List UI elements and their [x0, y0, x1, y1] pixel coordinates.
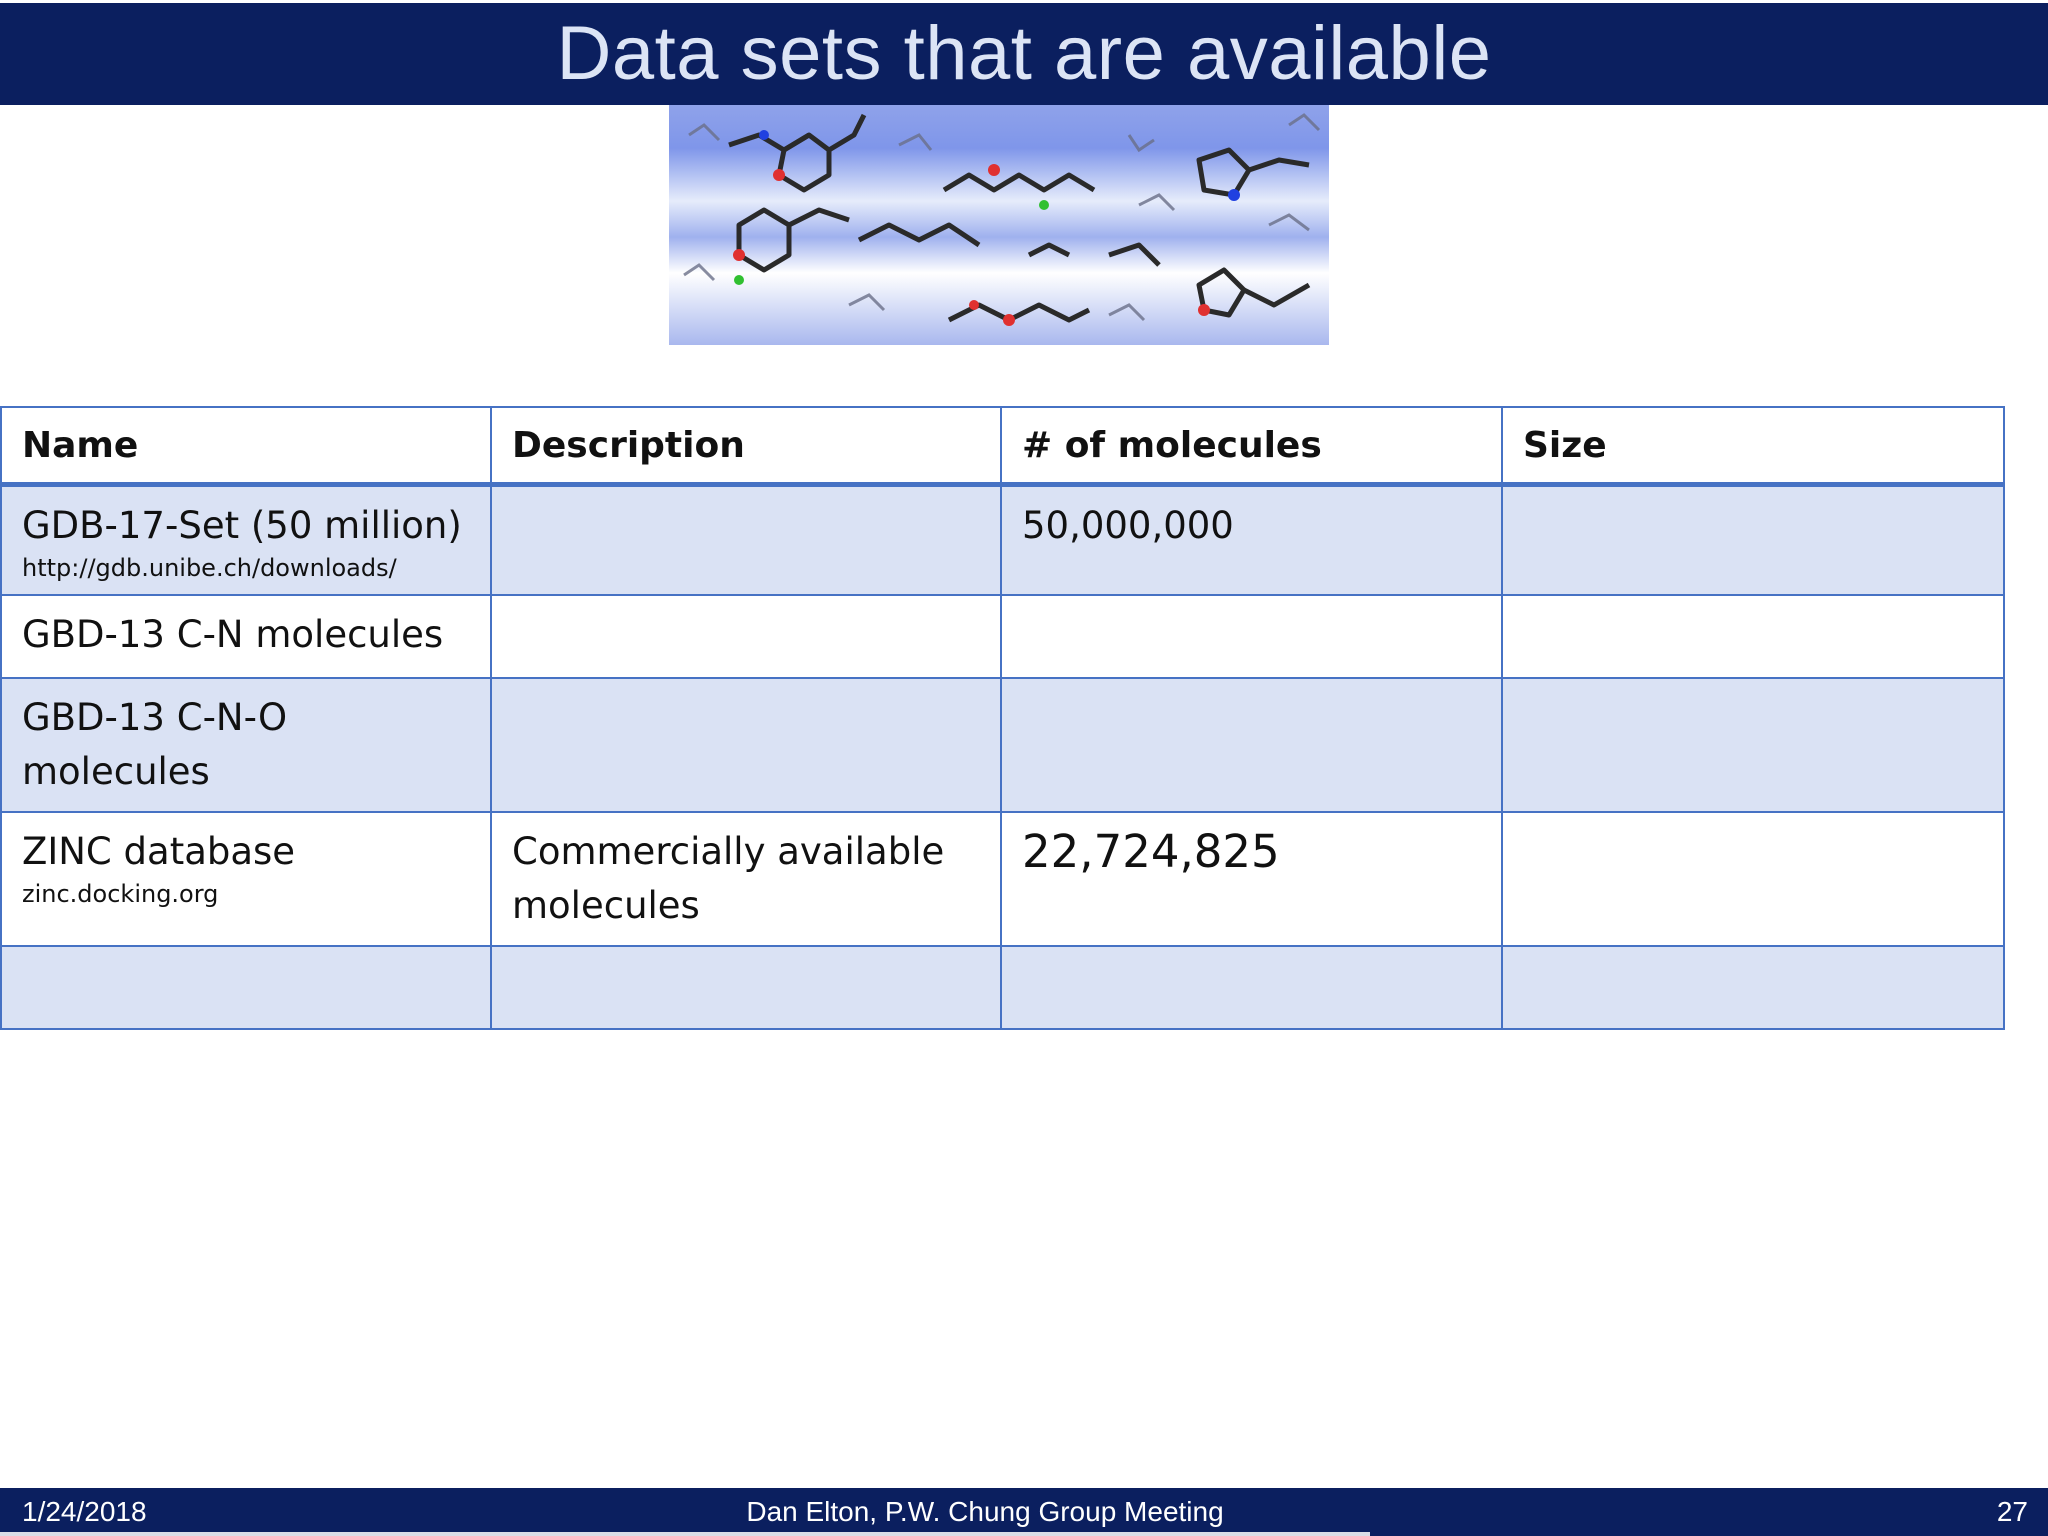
table-header-row: Name Description # of molecules Size — [0, 406, 2005, 487]
cell-name — [0, 944, 492, 1030]
header-description: Description — [490, 406, 1002, 487]
molecules-illustration — [683, 113, 1321, 326]
cell-size — [1501, 944, 2005, 1030]
page-number: 27 — [1996, 1496, 2028, 1527]
cell-molecule-count — [1000, 676, 1503, 813]
dataset-name: GDB-17-Set (50 million) — [22, 504, 462, 547]
header-name: Name — [0, 406, 492, 487]
cell-name: GDB-17-Set (50 million) http://gdb.unibe… — [0, 483, 492, 596]
cell-size — [1501, 676, 2005, 813]
cell-name: GBD-13 C-N molecules — [0, 593, 492, 679]
cell-description — [490, 593, 1002, 679]
cell-size — [1501, 593, 2005, 679]
header-molecule-count: # of molecules — [1000, 406, 1503, 487]
table-row: GBD-13 C-N-O molecules — [0, 676, 2005, 813]
datasets-table: Name Description # of molecules Size GDB… — [0, 406, 2005, 1030]
table-row: GBD-13 C-N molecules — [0, 593, 2005, 679]
cell-description: Commercially available molecules — [490, 810, 1002, 947]
title-bar: Data sets that are available — [0, 3, 2048, 105]
table-row: ZINC database zinc.docking.org Commercia… — [0, 810, 2005, 947]
dataset-name: ZINC database — [22, 829, 296, 873]
cell-description — [490, 483, 1002, 596]
molecule-count-value: 22,724,825 — [1022, 824, 1280, 878]
cell-molecule-count — [1000, 593, 1503, 679]
cell-size — [1501, 810, 2005, 947]
header-size: Size — [1501, 406, 2005, 487]
cell-molecule-count — [1000, 944, 1503, 1030]
cell-molecule-count: 50,000,000 — [1000, 483, 1503, 596]
dataset-name: GBD-13 C-N molecules — [22, 612, 444, 656]
dataset-url: zinc.docking.org — [22, 879, 219, 908]
dataset-name: GBD-13 C-N-O molecules — [22, 695, 288, 793]
table-row: GDB-17-Set (50 million) http://gdb.unibe… — [0, 483, 2005, 596]
cell-size — [1501, 483, 2005, 596]
cell-description — [490, 944, 1002, 1030]
slide-title: Data sets that are available — [556, 11, 1492, 96]
cell-name: ZINC database zinc.docking.org — [0, 810, 492, 947]
cell-description — [490, 676, 1002, 813]
dataset-url: http://gdb.unibe.ch/downloads/ — [22, 554, 397, 582]
table-row — [0, 944, 2005, 1030]
footer-divider — [0, 1532, 1370, 1536]
cell-name: GBD-13 C-N-O molecules — [0, 676, 492, 813]
molecules-image — [669, 105, 1329, 345]
cell-molecule-count: 22,724,825 — [1000, 810, 1503, 947]
footer-presenter: Dan Elton, P.W. Chung Group Meeting — [746, 1496, 1224, 1527]
footer-bar: 1/24/2018 Dan Elton, P.W. Chung Group Me… — [0, 1488, 2048, 1536]
